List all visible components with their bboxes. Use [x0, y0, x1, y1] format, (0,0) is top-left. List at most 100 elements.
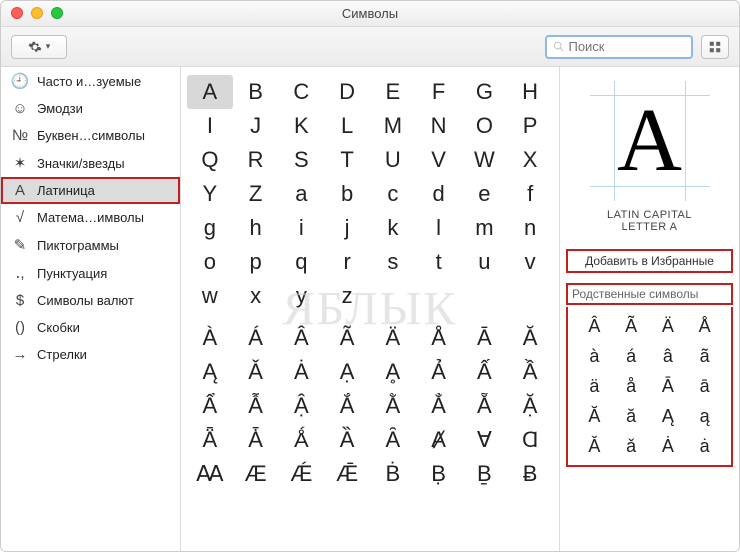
char-cell[interactable]: Ǽ — [279, 457, 325, 491]
related-cell[interactable]: ą — [686, 401, 723, 431]
related-cell[interactable]: Ȧ — [650, 431, 687, 461]
char-cell[interactable]: W — [462, 143, 508, 177]
sidebar-item-4[interactable]: AЛатиница — [1, 177, 180, 204]
char-cell[interactable]: r — [324, 245, 370, 279]
related-cell[interactable]: ǎ — [613, 431, 650, 461]
char-cell[interactable]: T — [324, 143, 370, 177]
char-cell[interactable]: Ä — [370, 321, 416, 355]
zoom-icon[interactable] — [51, 7, 63, 19]
char-cell[interactable]: Á — [233, 321, 279, 355]
related-cell[interactable]: Â — [576, 311, 613, 341]
related-cell[interactable]: å — [613, 371, 650, 401]
sidebar-item-3[interactable]: ✶Значки/звезды — [1, 149, 180, 177]
char-cell[interactable]: Ā — [462, 321, 508, 355]
char-cell[interactable]: Â — [279, 321, 325, 355]
char-cell[interactable]: s — [370, 245, 416, 279]
char-cell[interactable]: b — [324, 177, 370, 211]
char-cell[interactable]: M — [370, 109, 416, 143]
char-cell[interactable]: w — [187, 279, 233, 313]
related-cell[interactable]: Ă — [576, 401, 613, 431]
char-cell[interactable]: z — [324, 279, 370, 313]
char-cell[interactable]: f — [507, 177, 553, 211]
char-cell[interactable]: x — [233, 279, 279, 313]
related-cell[interactable]: â — [650, 341, 687, 371]
char-cell[interactable]: Ɑ — [507, 423, 553, 457]
char-cell[interactable]: Ⱥ — [416, 423, 462, 457]
char-cell[interactable]: N — [416, 109, 462, 143]
related-cell[interactable]: ă — [613, 401, 650, 431]
char-cell[interactable]: Ắ — [324, 389, 370, 423]
char-cell[interactable]: À — [187, 321, 233, 355]
related-cell[interactable]: á — [613, 341, 650, 371]
char-cell[interactable]: m — [462, 211, 508, 245]
char-cell[interactable]: o — [187, 245, 233, 279]
char-cell[interactable]: Z — [233, 177, 279, 211]
search-field[interactable] — [545, 35, 693, 59]
char-cell[interactable]: E — [370, 75, 416, 109]
char-cell[interactable]: Ẫ — [233, 389, 279, 423]
char-cell[interactable]: H — [507, 75, 553, 109]
view-toggle-button[interactable] — [701, 35, 729, 59]
char-cell[interactable]: Ả — [416, 355, 462, 389]
char-cell[interactable]: V — [416, 143, 462, 177]
char-cell[interactable]: Q — [187, 143, 233, 177]
related-cell[interactable]: ȧ — [686, 431, 723, 461]
sidebar-item-7[interactable]: ․,Пунктуация — [1, 259, 180, 287]
char-cell[interactable]: Ǟ — [187, 423, 233, 457]
char-cell[interactable]: O — [462, 109, 508, 143]
char-cell[interactable]: d — [416, 177, 462, 211]
sidebar-item-5[interactable]: √Матема…имволы — [1, 204, 180, 231]
char-cell[interactable]: R — [233, 143, 279, 177]
char-cell[interactable]: D — [324, 75, 370, 109]
char-cell[interactable]: c — [370, 177, 416, 211]
char-cell[interactable]: Ḇ — [462, 457, 508, 491]
search-input[interactable] — [568, 39, 685, 54]
related-cell[interactable]: Ą — [650, 401, 687, 431]
char-cell[interactable]: L — [324, 109, 370, 143]
char-cell[interactable]: X — [507, 143, 553, 177]
settings-dropdown[interactable]: ▾ — [11, 35, 67, 59]
char-cell[interactable]: Ấ — [462, 355, 508, 389]
char-cell[interactable]: j — [324, 211, 370, 245]
related-cell[interactable]: ã — [686, 341, 723, 371]
char-cell[interactable]: g — [187, 211, 233, 245]
related-cell[interactable]: ä — [576, 371, 613, 401]
char-cell[interactable]: Ɐ — [462, 423, 508, 457]
char-cell[interactable]: A — [187, 75, 233, 109]
char-cell[interactable]: u — [462, 245, 508, 279]
char-cell[interactable]: Ẳ — [416, 389, 462, 423]
char-cell[interactable]: G — [462, 75, 508, 109]
char-cell[interactable]: Ầ — [507, 355, 553, 389]
char-cell[interactable]: P — [507, 109, 553, 143]
char-cell[interactable]: n — [507, 211, 553, 245]
char-cell[interactable]: v — [507, 245, 553, 279]
char-cell[interactable]: y — [279, 279, 325, 313]
char-cell[interactable]: Æ — [233, 457, 279, 491]
char-cell[interactable]: Ḁ — [370, 355, 416, 389]
related-cell[interactable]: Ä — [650, 311, 687, 341]
char-cell[interactable]: J — [233, 109, 279, 143]
char-cell[interactable]: Ẩ — [187, 389, 233, 423]
char-cell[interactable]: q — [279, 245, 325, 279]
sidebar-item-1[interactable]: ☺Эмодзи — [1, 95, 180, 122]
sidebar-item-8[interactable]: $Символы валют — [1, 287, 180, 314]
char-cell[interactable]: Y — [187, 177, 233, 211]
char-cell[interactable]: Ȃ — [370, 423, 416, 457]
char-cell[interactable]: K — [279, 109, 325, 143]
char-cell[interactable]: Ƀ — [507, 457, 553, 491]
char-cell[interactable]: Ꜳ — [187, 457, 233, 491]
char-cell[interactable]: i — [279, 211, 325, 245]
char-cell[interactable]: Ȧ — [279, 355, 325, 389]
minimize-icon[interactable] — [31, 7, 43, 19]
char-cell[interactable]: l — [416, 211, 462, 245]
char-cell[interactable]: Å — [416, 321, 462, 355]
char-cell[interactable]: F — [416, 75, 462, 109]
add-to-favorites-button[interactable]: Добавить в Избранные — [566, 249, 733, 273]
related-cell[interactable]: à — [576, 341, 613, 371]
char-cell[interactable]: B — [233, 75, 279, 109]
char-cell[interactable]: e — [462, 177, 508, 211]
sidebar-item-6[interactable]: ✎Пиктограммы — [1, 231, 180, 259]
sidebar-item-10[interactable]: →Стрелки — [1, 341, 180, 368]
char-cell[interactable]: Ǣ — [324, 457, 370, 491]
sidebar-item-0[interactable]: 🕘Часто и…зуемые — [1, 67, 180, 95]
